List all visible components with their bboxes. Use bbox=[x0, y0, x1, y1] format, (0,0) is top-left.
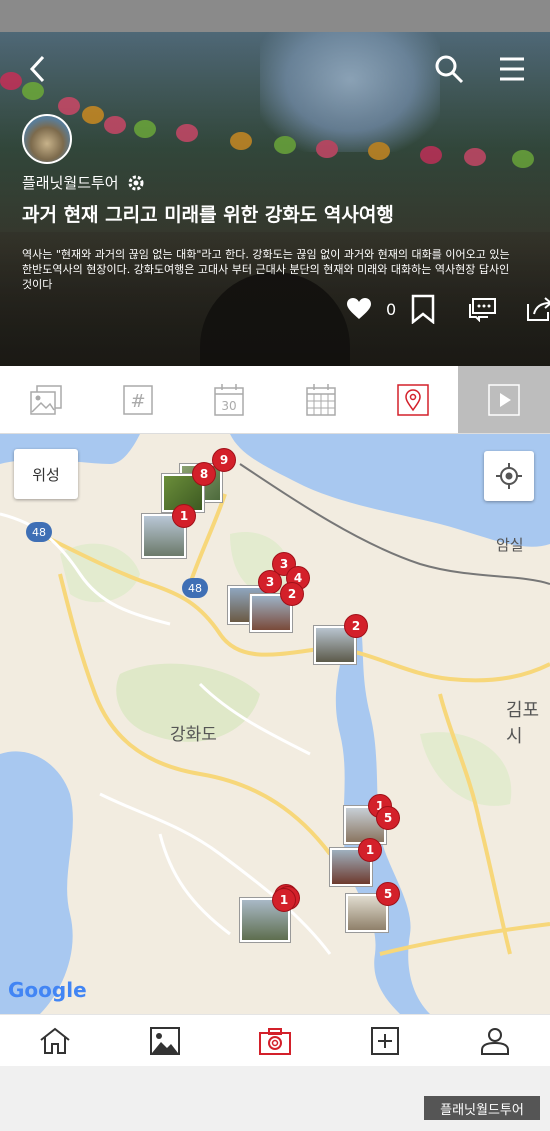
add-nav[interactable] bbox=[330, 1015, 440, 1066]
marker-count: 1 bbox=[172, 504, 196, 528]
marker-count: 2 bbox=[280, 582, 304, 606]
user-icon bbox=[481, 1027, 509, 1055]
crosshair-icon bbox=[496, 463, 522, 489]
attribution-text: Google bbox=[8, 978, 87, 1002]
plus-box-icon bbox=[371, 1026, 399, 1055]
hashtag-tab[interactable]: # bbox=[92, 366, 184, 433]
trip-map[interactable]: 위성 강화도 암실 김포시 48 48 9 8 1 3 3 4 2 2 1 5 … bbox=[0, 434, 550, 1014]
map-pin-icon bbox=[396, 383, 429, 416]
heart-icon[interactable] bbox=[346, 297, 372, 321]
action-bar: 0 bbox=[346, 294, 550, 324]
trip-description: 역사는 "현재와 과거의 끊임 없는 대화"라고 한다. 강화도는 끊임 없이 … bbox=[22, 248, 510, 291]
marker-count: 5 bbox=[376, 882, 400, 906]
watermark-tag: 플래닛월드투어 bbox=[424, 1096, 540, 1120]
home-icon bbox=[40, 1027, 70, 1054]
bookmark-icon[interactable] bbox=[410, 294, 436, 324]
google-logo: Google bbox=[8, 978, 87, 1002]
my-location-button[interactable] bbox=[484, 451, 534, 501]
video-tab[interactable] bbox=[458, 366, 550, 433]
like-count: 0 bbox=[386, 299, 397, 319]
marker-count: 1 bbox=[272, 888, 296, 912]
photo-stack-icon bbox=[30, 384, 62, 415]
profile-nav[interactable] bbox=[440, 1015, 550, 1066]
day-tab-label: 30 bbox=[222, 399, 237, 413]
calendar-grid-icon bbox=[306, 383, 336, 416]
satellite-button[interactable]: 위성 bbox=[14, 449, 78, 499]
road-shield: 48 bbox=[26, 522, 52, 542]
day-tab[interactable]: 30 bbox=[183, 366, 275, 433]
comment-icon[interactable] bbox=[468, 296, 498, 322]
label-amsil: 암실 bbox=[496, 536, 524, 554]
trip-title: 과거 현재 그리고 미래를 위한 강화도 역사여행 bbox=[22, 204, 394, 226]
marker-count: 3 bbox=[258, 570, 282, 594]
hashtag-icon: # bbox=[122, 384, 153, 415]
marker-count: 9 bbox=[212, 448, 236, 472]
road-shield: 48 bbox=[182, 578, 208, 598]
bottom-navigation bbox=[0, 1014, 550, 1066]
calendar-tab[interactable] bbox=[275, 366, 367, 433]
map-tab[interactable] bbox=[367, 366, 459, 433]
author-row[interactable]: 플래닛월드투어 bbox=[22, 172, 145, 193]
menu-icon[interactable] bbox=[498, 56, 526, 82]
label-ganghwa: 강화도 bbox=[170, 725, 217, 745]
marker-count: 5 bbox=[376, 806, 400, 830]
gear-icon[interactable] bbox=[127, 174, 145, 192]
play-icon bbox=[488, 383, 520, 416]
label-gimpo: 김포시 bbox=[506, 700, 540, 747]
marker-count: 8 bbox=[192, 462, 216, 486]
share-icon[interactable] bbox=[526, 296, 550, 322]
marker-count: 1 bbox=[358, 838, 382, 862]
author-avatar[interactable] bbox=[22, 114, 72, 164]
view-tabs: # 30 bbox=[0, 366, 550, 434]
photos-tab[interactable] bbox=[0, 366, 92, 433]
status-bar bbox=[0, 0, 550, 32]
back-arrow-icon[interactable] bbox=[28, 54, 48, 84]
cover-hero: 플래닛월드투어 과거 현재 그리고 미래를 위한 강화도 역사여행 역사는 "현… bbox=[0, 32, 550, 366]
marker-count: 2 bbox=[344, 614, 368, 638]
camera-nav[interactable] bbox=[220, 1015, 330, 1066]
search-icon[interactable] bbox=[434, 54, 464, 84]
image-icon bbox=[150, 1026, 180, 1055]
calendar-day-icon: 30 bbox=[214, 383, 244, 416]
camera-icon bbox=[259, 1027, 291, 1055]
author-name[interactable]: 플래닛월드투어 bbox=[22, 172, 119, 193]
gallery-nav[interactable] bbox=[110, 1015, 220, 1066]
home-nav[interactable] bbox=[0, 1015, 110, 1066]
svg-text:#: # bbox=[130, 391, 145, 412]
